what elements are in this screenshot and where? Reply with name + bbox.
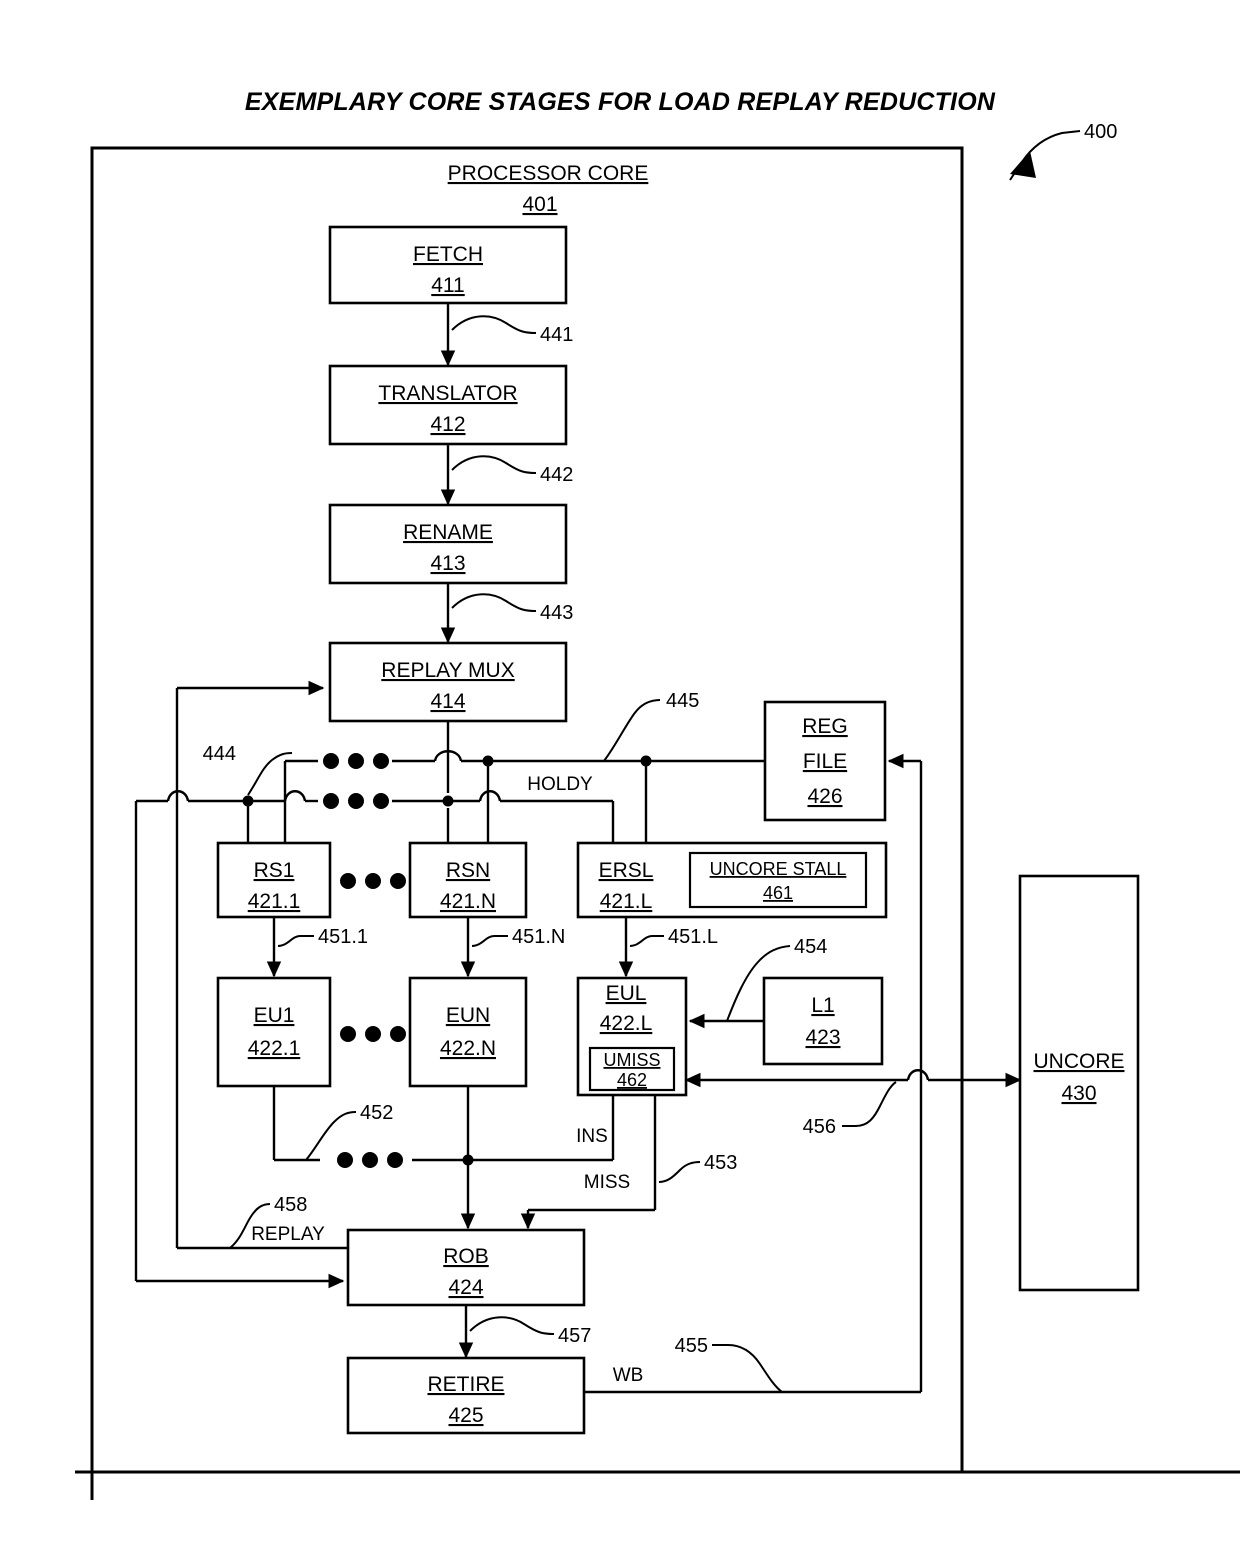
block-translator[interactable]: TRANSLATOR 412 bbox=[328, 364, 568, 446]
ref-451-l: 451.L bbox=[629, 926, 718, 948]
rs1-number: 421.1 bbox=[248, 890, 301, 913]
umiss-number: 462 bbox=[617, 1070, 647, 1090]
ref-458-label: 458 bbox=[274, 1194, 307, 1216]
ref-445-label: 445 bbox=[666, 690, 699, 712]
umiss-label: UMISS bbox=[603, 1050, 660, 1070]
block-eun[interactable]: EUN 422.N bbox=[408, 976, 528, 1088]
processor-core-label: PROCESSOR CORE bbox=[448, 162, 649, 185]
rename-label: RENAME bbox=[403, 521, 493, 544]
retire-number: 425 bbox=[448, 1404, 483, 1427]
translator-number: 412 bbox=[430, 413, 465, 436]
ref-456-label: 456 bbox=[803, 1116, 836, 1138]
rs1-label: RS1 bbox=[254, 859, 295, 882]
ref-443: 443 bbox=[451, 593, 573, 624]
ref-443-label: 443 bbox=[540, 602, 573, 624]
rob-number: 424 bbox=[448, 1276, 483, 1299]
block-retire[interactable]: RETIRE 425 bbox=[346, 1356, 586, 1435]
reg-file-label-1: REG bbox=[802, 715, 848, 738]
ref-451-1: 451.1 bbox=[277, 926, 368, 948]
ref-452-label: 452 bbox=[360, 1102, 393, 1124]
edge-eul-miss-rob: MISS 453 bbox=[520, 1095, 737, 1230]
block-rename[interactable]: RENAME 413 bbox=[328, 503, 568, 585]
rob-label: ROB bbox=[443, 1245, 489, 1268]
eun-label: EUN bbox=[446, 1004, 490, 1027]
fetch-label: FETCH bbox=[413, 243, 483, 266]
ersl-label: ERSL bbox=[599, 859, 654, 882]
ref-442-label: 442 bbox=[540, 464, 573, 486]
rename-number: 413 bbox=[430, 552, 465, 575]
rs-ellipsis bbox=[340, 873, 406, 889]
bus-result-ins: INS bbox=[272, 1086, 615, 1230]
edge-replaymux-dispatch bbox=[440, 721, 456, 863]
holdy-signal-label: HOLDY bbox=[527, 774, 593, 795]
block-rsn[interactable]: RSN 421.N bbox=[408, 841, 528, 919]
core-stages-diagram: 400 PROCESSOR CORE 401 FETCH 411 441 TRA… bbox=[75, 121, 1240, 1500]
ref-451-n: 451.N bbox=[471, 926, 565, 948]
replay-mux-number: 414 bbox=[430, 690, 465, 713]
ref-441-label: 441 bbox=[540, 324, 573, 346]
eu1-label: EU1 bbox=[254, 1004, 295, 1027]
rsn-number: 421.N bbox=[440, 890, 496, 913]
ins-signal-label: INS bbox=[576, 1126, 608, 1147]
ersl-number: 421.L bbox=[600, 890, 653, 913]
ref-444-label: 444 bbox=[203, 743, 236, 765]
block-eu1[interactable]: EU1 422.1 bbox=[216, 976, 332, 1088]
processor-core-frame bbox=[75, 146, 1240, 1500]
rsn-label: RSN bbox=[446, 859, 490, 882]
replay-mux-label: REPLAY MUX bbox=[381, 659, 514, 682]
ref-457: 457 bbox=[469, 1316, 591, 1347]
reg-file-label-2: FILE bbox=[803, 750, 847, 773]
ref-445: 445 bbox=[603, 690, 699, 762]
ref-452: 452 bbox=[305, 1102, 393, 1161]
uncore-stall-label: UNCORE STALL bbox=[710, 859, 847, 879]
block-replay-mux[interactable]: REPLAY MUX 414 bbox=[328, 641, 568, 723]
block-eul[interactable]: EUL 422.L UMISS 462 bbox=[576, 976, 688, 1097]
bus-ellipsis-row1 bbox=[323, 753, 389, 769]
ref-451-l-label: 451.L bbox=[668, 926, 718, 948]
uncore-stall-number: 461 bbox=[763, 883, 793, 903]
eul-number: 422.L bbox=[600, 1012, 653, 1035]
l1-number: 423 bbox=[805, 1026, 840, 1049]
figure-ref-400: 400 bbox=[1009, 121, 1117, 181]
ref-441: 441 bbox=[451, 315, 573, 346]
ref-442: 442 bbox=[451, 455, 573, 486]
eu-ellipsis bbox=[340, 1026, 406, 1042]
block-l1[interactable]: L1 423 bbox=[762, 976, 884, 1066]
block-reg-file[interactable]: REG FILE 426 bbox=[763, 700, 887, 822]
ref-455-label: 455 bbox=[675, 1335, 708, 1357]
ref-451-1-label: 451.1 bbox=[318, 926, 368, 948]
block-fetch[interactable]: FETCH 411 bbox=[328, 225, 568, 305]
ref-454-label: 454 bbox=[794, 936, 827, 958]
eu1-number: 422.1 bbox=[248, 1037, 301, 1060]
wb-signal-label: WB bbox=[613, 1365, 644, 1386]
replay-signal-label: REPLAY bbox=[251, 1224, 325, 1245]
retire-label: RETIRE bbox=[427, 1373, 504, 1396]
edge-umiss-uncore: 456 bbox=[684, 1069, 1022, 1138]
result-bus-ellipsis bbox=[337, 1152, 403, 1168]
ref-451-n-label: 451.N bbox=[512, 926, 565, 948]
block-rob[interactable]: ROB 424 bbox=[346, 1228, 586, 1307]
block-uncore[interactable]: UNCORE 430 bbox=[1018, 874, 1140, 1292]
uncore-label: UNCORE bbox=[1033, 1050, 1124, 1073]
figure-ref-400-label: 400 bbox=[1084, 121, 1117, 143]
bus-holdy: HOLDY bbox=[136, 774, 621, 863]
reg-file-number: 426 bbox=[807, 785, 842, 808]
block-ersl[interactable]: ERSL 421.L UNCORE STALL 461 bbox=[576, 841, 888, 919]
uncore-number: 430 bbox=[1061, 1082, 1096, 1105]
l1-label: L1 bbox=[811, 994, 834, 1017]
patent-figure-page: EXEMPLARY CORE STAGES FOR LOAD REPLAY RE… bbox=[0, 0, 1240, 1558]
fetch-number: 411 bbox=[431, 274, 464, 297]
miss-signal-label: MISS bbox=[584, 1172, 630, 1193]
block-rs1[interactable]: RS1 421.1 bbox=[216, 841, 332, 919]
ref-444: 444 bbox=[203, 743, 293, 796]
bus-ellipsis-row2 bbox=[323, 793, 389, 809]
processor-core-number: 401 bbox=[522, 193, 557, 216]
eun-number: 422.N bbox=[440, 1037, 496, 1060]
translator-label: TRANSLATOR bbox=[378, 382, 517, 405]
eul-label: EUL bbox=[606, 982, 647, 1005]
ref-457-label: 457 bbox=[558, 1325, 591, 1347]
ref-453-label: 453 bbox=[704, 1152, 737, 1174]
